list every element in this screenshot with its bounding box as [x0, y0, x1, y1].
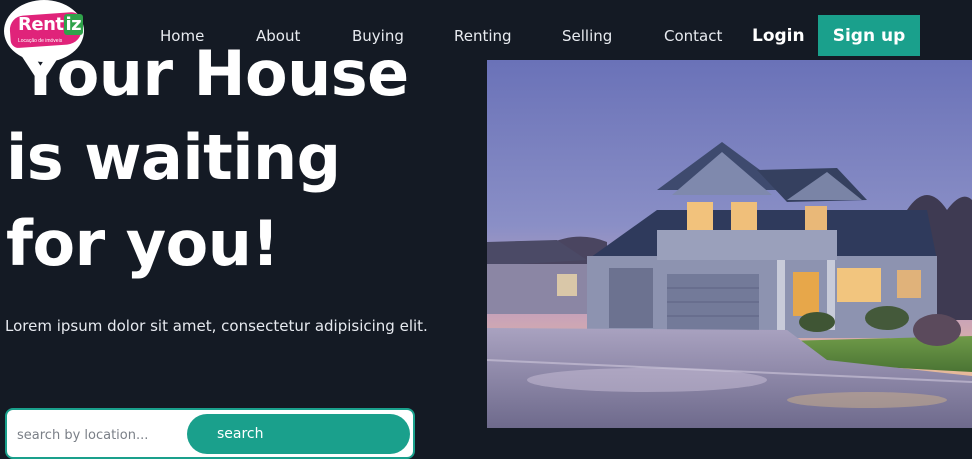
login-link[interactable]: Login — [752, 25, 805, 47]
logo-wordmark: Rent iz — [18, 14, 84, 35]
nav-selling[interactable]: Selling — [562, 26, 612, 46]
hero-lead-text: Lorem ipsum dolor sit amet, consectetur … — [5, 317, 428, 335]
search-input[interactable] — [17, 420, 183, 450]
hero-title-line-1: Your House — [18, 37, 409, 110]
signup-button[interactable]: Sign up — [818, 15, 920, 56]
search-button[interactable]: search — [187, 414, 410, 454]
nav-renting[interactable]: Renting — [454, 26, 512, 46]
hero-title-line-3: for you! — [6, 207, 280, 280]
hero-title-line-2: is waiting — [6, 121, 341, 194]
hero-house-image — [487, 60, 972, 428]
search-bar: search — [5, 408, 415, 459]
nav-contact[interactable]: Contact — [664, 26, 722, 46]
